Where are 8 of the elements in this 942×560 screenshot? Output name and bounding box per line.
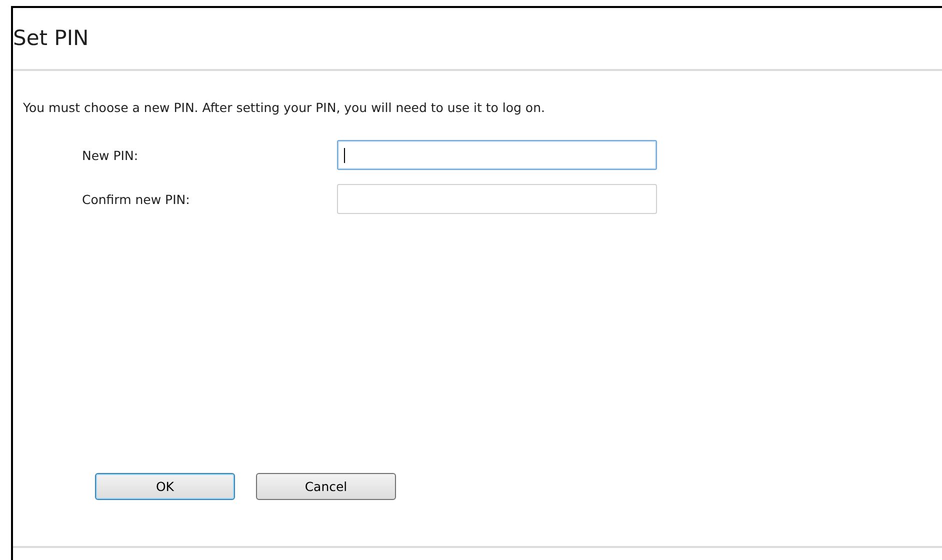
pin-field[interactable] — [337, 140, 657, 170]
pin-field[interactable] — [337, 184, 657, 214]
dialog-button[interactable]: OK — [95, 473, 235, 500]
instruction-text: You must choose a new PIN. After setting your PIN, you will need to use it to log on. — [23, 100, 545, 115]
dialog-button[interactable]: Cancel — [256, 473, 396, 500]
field-label: New PIN: — [82, 148, 140, 162]
field-label: Confirm new PIN: — [82, 192, 191, 206]
window-title: Set PIN — [13, 25, 89, 52]
